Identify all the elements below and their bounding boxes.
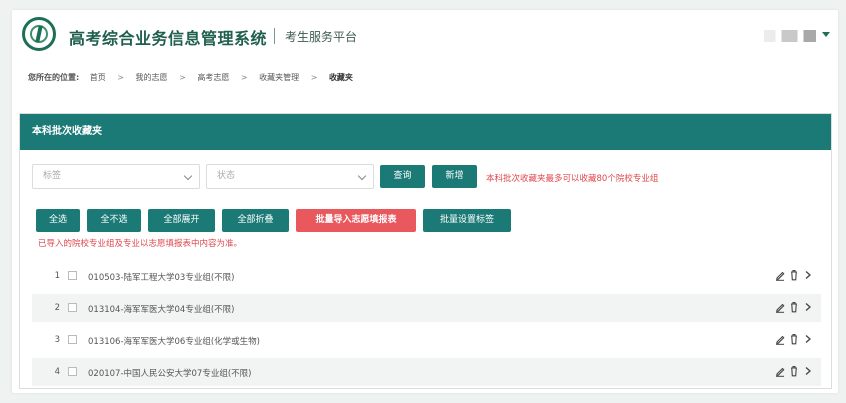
breadcrumb-separator: >: [240, 73, 248, 82]
batch-import-button[interactable]: 批量导入志愿填报表: [296, 209, 416, 232]
row-checkbox[interactable]: [68, 367, 77, 376]
row-actions: [771, 301, 813, 315]
trash-icon[interactable]: [789, 333, 799, 345]
batch-tag-button[interactable]: 批量设置标签: [423, 209, 511, 232]
status-select-placeholder: 状态: [217, 171, 236, 181]
trash-icon[interactable]: [789, 269, 799, 281]
trash-icon[interactable]: [789, 365, 799, 377]
row-checkbox[interactable]: [68, 335, 77, 344]
title-divider: [274, 28, 275, 44]
expand-all-button[interactable]: 全部展开: [148, 209, 215, 232]
add-button[interactable]: 新增: [432, 165, 477, 188]
chevron-down-icon: [357, 171, 367, 181]
list-item[interactable]: 4 020107-中国人民公安大学07专业组(不限): [32, 358, 821, 386]
chevron-right-icon[interactable]: [803, 365, 813, 377]
row-label: 013106-海军军医大学06专业组(化学或生物): [88, 337, 260, 347]
breadcrumb-prefix: 您所在的位置:: [28, 73, 80, 82]
row-actions: [771, 333, 813, 347]
breadcrumb-current: 收藏夹: [328, 73, 353, 82]
row-index: 4: [54, 367, 60, 377]
chevron-right-icon[interactable]: [803, 333, 813, 345]
favorites-panel: 本科批次收藏夹 标签 状态 查询 新增 本科批次收藏夹最多可以收藏80个院校专业…: [19, 113, 832, 389]
panel-title: 本科批次收藏夹: [20, 114, 831, 150]
trash-icon[interactable]: [789, 301, 799, 313]
list-item[interactable]: 3 013106-海军军医大学06专业组(化学或生物): [32, 326, 821, 354]
row-label: 010503-陆军工程大学03专业组(不限): [88, 273, 235, 283]
header: 高考综合业务信息管理系统 考生服务平台: [12, 10, 838, 65]
row-label: 013104-海军军医大学04专业组(不限): [88, 305, 235, 315]
emblem-logo-icon: [22, 17, 56, 51]
select-none-button[interactable]: 全不选: [87, 209, 141, 232]
breadcrumb-separator: >: [310, 73, 318, 82]
app-shell: 高考综合业务信息管理系统 考生服务平台 您所在的位置: 首页 > 我的志愿 > …: [12, 10, 838, 393]
row-label: 020107-中国人民公安大学07专业组(不限): [88, 369, 252, 379]
breadcrumb-home[interactable]: 首页: [90, 72, 106, 83]
import-hint: 已导入的院校专业组及专业以志愿填报表中内容为准。: [38, 239, 243, 249]
breadcrumb-separator: >: [179, 73, 186, 82]
tag-select-placeholder: 标签: [43, 171, 62, 181]
avatar: [764, 30, 816, 42]
collapse-all-button[interactable]: 全部折叠: [222, 209, 289, 232]
user-menu[interactable]: [752, 28, 832, 44]
row-checkbox[interactable]: [68, 303, 77, 312]
breadcrumb-gaokao-wishes[interactable]: 高考志愿: [197, 72, 229, 83]
edit-icon[interactable]: [775, 269, 785, 281]
select-all-button[interactable]: 全选: [36, 209, 80, 232]
breadcrumb-separator: >: [117, 73, 124, 82]
list-item[interactable]: 2 013104-海军军医大学04专业组(不限): [32, 294, 821, 322]
row-index: 2: [54, 303, 60, 313]
chevron-right-icon[interactable]: [803, 301, 813, 313]
edit-icon[interactable]: [775, 301, 785, 313]
tag-select[interactable]: 标签: [32, 164, 200, 189]
platform-subtitle: 考生服务平台: [285, 30, 358, 44]
row-checkbox[interactable]: [68, 271, 77, 280]
list-item[interactable]: 1 010503-陆军工程大学03专业组(不限): [32, 262, 821, 290]
row-actions: [771, 269, 813, 283]
chevron-right-icon[interactable]: [803, 269, 813, 281]
breadcrumb: 您所在的位置: 首页 > 我的志愿 > 高考志愿 > 收藏夹管理 > 收藏夹: [28, 72, 353, 83]
row-index: 1: [54, 271, 60, 281]
edit-icon[interactable]: [775, 333, 785, 345]
query-button[interactable]: 查询: [380, 165, 425, 188]
row-index: 3: [54, 335, 60, 345]
status-select[interactable]: 状态: [206, 164, 374, 189]
breadcrumb-favorites-manage[interactable]: 收藏夹管理: [259, 72, 299, 83]
row-actions: [771, 365, 813, 379]
caret-down-icon[interactable]: [822, 32, 830, 37]
limit-hint: 本科批次收藏夹最多可以收藏80个院校专业组: [486, 174, 659, 184]
edit-icon[interactable]: [775, 365, 785, 377]
chevron-down-icon: [183, 171, 193, 181]
breadcrumb-my-wishes[interactable]: 我的志愿: [136, 72, 168, 83]
site-title: 高考综合业务信息管理系统: [69, 29, 268, 48]
